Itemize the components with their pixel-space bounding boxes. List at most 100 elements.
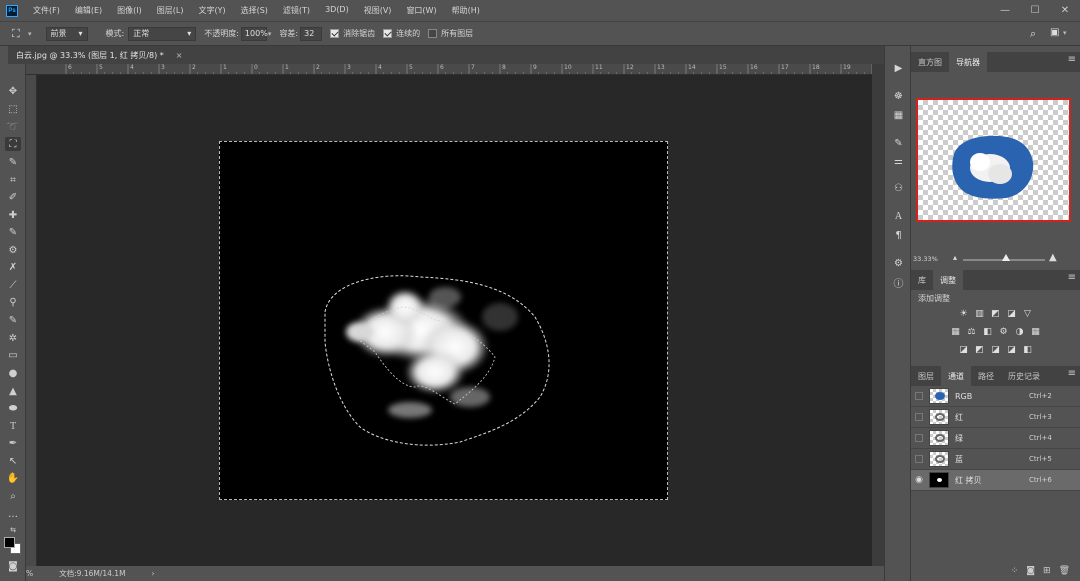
mode-select[interactable]: 正常 ▾ bbox=[128, 26, 197, 41]
panel-menu-icon[interactable]: ≡ bbox=[1068, 368, 1076, 379]
tab-libraries[interactable]: 库 bbox=[911, 270, 933, 290]
eyedropper-tool-icon[interactable]: ✐ bbox=[5, 190, 21, 204]
visibility-box[interactable] bbox=[915, 434, 923, 442]
foreground-color-swatch[interactable] bbox=[4, 537, 15, 548]
menu-item[interactable]: 窗口(W) bbox=[399, 5, 444, 16]
minimize-button[interactable]: — bbox=[990, 0, 1020, 21]
visibility-toggle[interactable] bbox=[911, 449, 927, 470]
antialias-checkbox[interactable] bbox=[330, 29, 340, 38]
maximize-button[interactable]: ☐ bbox=[1020, 0, 1050, 21]
menu-item[interactable]: 滤镜(T) bbox=[276, 5, 318, 16]
chevron-down-icon[interactable]: ▾ bbox=[1063, 29, 1067, 37]
paragraph-icon[interactable]: ¶ bbox=[891, 228, 906, 242]
hand-tool-icon[interactable]: ✋ bbox=[5, 471, 21, 485]
zoom-in-icon[interactable]: ▲ bbox=[1049, 252, 1057, 263]
burn-tool-icon[interactable]: ● bbox=[5, 366, 21, 380]
menu-item[interactable]: 帮助(H) bbox=[445, 5, 488, 16]
zoom-out-icon[interactable]: ▴ bbox=[953, 253, 957, 262]
visibility-box[interactable] bbox=[915, 413, 923, 421]
visibility-toggle[interactable] bbox=[911, 386, 927, 407]
navigator-thumbnail[interactable] bbox=[916, 98, 1071, 222]
grid-icon[interactable]: ▦ bbox=[891, 108, 906, 122]
tab-history[interactable]: 历史记录 bbox=[1001, 366, 1047, 386]
paint-bucket-tool-icon[interactable]: ⛶ bbox=[5, 137, 21, 151]
menu-item[interactable]: 文件(F) bbox=[26, 5, 68, 16]
crop-tool-icon[interactable]: ⌗ bbox=[5, 173, 21, 187]
type-tool-icon[interactable]: T bbox=[5, 419, 21, 433]
search-icon[interactable]: ⌕ bbox=[1030, 27, 1036, 41]
opacity-input[interactable]: 100% bbox=[240, 26, 268, 41]
quick-mask-icon[interactable]: ◙ bbox=[5, 559, 21, 573]
adjustment-icon[interactable]: ▦ bbox=[1030, 326, 1042, 337]
adjustment-icon[interactable]: ◧ bbox=[1022, 344, 1034, 355]
tab-channels[interactable]: 通道 bbox=[941, 366, 971, 386]
marquee-tool-icon[interactable]: ⬚ bbox=[5, 102, 21, 116]
navigator-zoom-value[interactable]: 33.33% bbox=[913, 255, 938, 263]
tab-navigator[interactable]: 导航器 bbox=[949, 52, 987, 72]
vertical-scrollbar[interactable] bbox=[872, 64, 884, 566]
history-brush-tool-icon[interactable]: ✗ bbox=[5, 260, 21, 274]
menu-item[interactable]: 编辑(E) bbox=[68, 5, 110, 16]
adjustment-icon[interactable]: ◪ bbox=[1006, 308, 1018, 319]
sponge-tool-icon[interactable]: ✲ bbox=[5, 331, 21, 345]
close-tab-icon[interactable]: × bbox=[176, 51, 183, 60]
adjustment-icon[interactable]: ◪ bbox=[990, 344, 1002, 355]
adjustment-icon[interactable]: ⚖ bbox=[966, 326, 978, 337]
adjustment-icon[interactable]: ⚙ bbox=[998, 326, 1010, 337]
workspace-icon[interactable]: ▣ bbox=[1050, 27, 1059, 38]
tab-layers[interactable]: 图层 bbox=[911, 366, 941, 386]
channel-row[interactable]: 绿 Ctrl+4 bbox=[911, 428, 1080, 449]
panel-menu-icon[interactable]: ≡ bbox=[1068, 54, 1076, 65]
adjustment-icon[interactable]: ▥ bbox=[974, 308, 986, 319]
layer-comps-icon[interactable]: ⚙ bbox=[891, 256, 906, 270]
adjustment-icon[interactable]: ◪ bbox=[1006, 344, 1018, 355]
more-tools-icon[interactable]: … bbox=[5, 507, 21, 521]
brush-tool-icon[interactable]: ✎ bbox=[5, 225, 21, 239]
adjustment-icon[interactable]: ☀ bbox=[958, 308, 970, 319]
clone-stamp-tool-icon[interactable]: ⚙ bbox=[5, 243, 21, 257]
menu-item[interactable]: 图层(L) bbox=[150, 5, 192, 16]
healing-brush-tool-icon[interactable]: ✚ bbox=[5, 208, 21, 222]
tolerance-input[interactable]: 32 bbox=[300, 26, 323, 41]
document-canvas[interactable] bbox=[219, 141, 668, 500]
swap-colors-icon[interactable]: ⇆ bbox=[5, 523, 21, 537]
gradient-tool-icon[interactable]: ⚲ bbox=[5, 295, 21, 309]
chevron-down-icon[interactable]: ▾ bbox=[268, 30, 272, 38]
quick-select-tool-icon[interactable]: ✎ bbox=[5, 155, 21, 169]
load-selection-icon[interactable]: ⁘ bbox=[1011, 566, 1019, 576]
info-icon[interactable]: ⓘ bbox=[891, 275, 906, 290]
menu-item[interactable]: 图像(I) bbox=[110, 5, 150, 16]
adjustment-icon[interactable]: ▦ bbox=[950, 326, 962, 337]
channel-row[interactable]: 蓝 Ctrl+5 bbox=[911, 449, 1080, 470]
brush-settings-icon[interactable]: ✎ bbox=[891, 136, 906, 150]
contiguous-checkbox[interactable] bbox=[383, 29, 393, 38]
eraser-tool-icon[interactable]: ⟋ bbox=[5, 278, 21, 292]
character-icon[interactable]: A bbox=[891, 209, 906, 223]
menu-item[interactable]: 文字(Y) bbox=[191, 5, 233, 16]
play-icon[interactable]: ▶ bbox=[891, 61, 906, 75]
tab-adjustments[interactable]: 调整 bbox=[933, 270, 963, 290]
zoom-slider-knob[interactable] bbox=[1001, 254, 1010, 261]
close-window-button[interactable]: ✕ bbox=[1050, 0, 1080, 21]
fill-source-select[interactable]: 前景 ▾ bbox=[45, 26, 88, 41]
save-selection-icon[interactable]: ◙ bbox=[1026, 566, 1035, 576]
dodge-tool-icon[interactable]: ▭ bbox=[5, 348, 21, 362]
new-channel-icon[interactable]: ⊞ bbox=[1043, 566, 1051, 576]
3d-icon[interactable]: ☸ bbox=[891, 89, 906, 103]
adjustment-icon[interactable]: ◩ bbox=[990, 308, 1002, 319]
visibility-toggle[interactable] bbox=[911, 428, 927, 449]
channel-row[interactable]: ◉ 红 拷贝 Ctrl+6 bbox=[911, 470, 1080, 491]
menu-item[interactable]: 视图(V) bbox=[357, 5, 400, 16]
move-tool-icon[interactable]: ✥ bbox=[5, 84, 21, 98]
adjustment-icon[interactable]: ◑ bbox=[1014, 326, 1026, 337]
lasso-tool-icon[interactable]: ➰ bbox=[5, 120, 21, 134]
paint-bucket-preset-icon[interactable]: ⛶ bbox=[12, 27, 26, 41]
clone-source-icon[interactable]: ⚇ bbox=[891, 181, 906, 195]
status-menu-arrow[interactable]: › bbox=[152, 569, 155, 578]
panel-menu-icon[interactable]: ≡ bbox=[1068, 272, 1076, 283]
path-selection-tool-icon[interactable]: ✒ bbox=[5, 436, 21, 450]
tab-histogram[interactable]: 直方图 bbox=[911, 52, 949, 72]
direct-selection-tool-icon[interactable]: ↖ bbox=[5, 454, 21, 468]
menu-item[interactable]: 选择(S) bbox=[234, 5, 276, 16]
adjustment-icon[interactable]: ◩ bbox=[974, 344, 986, 355]
